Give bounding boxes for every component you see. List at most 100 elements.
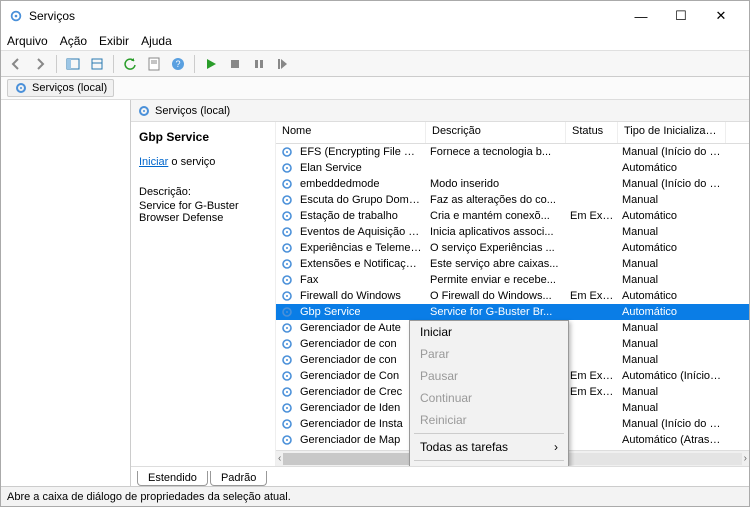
service-row[interactable]: Elan Service Automático (276, 160, 749, 176)
cell-startup: Automático (618, 162, 726, 174)
service-row[interactable]: Eventos de Aquisição de Im...Inicia apli… (276, 224, 749, 240)
service-icon (276, 273, 296, 287)
service-icon (276, 305, 296, 319)
help-button[interactable]: ? (167, 53, 189, 75)
cell-startup: Manual (618, 338, 726, 350)
minimize-button[interactable]: — (621, 2, 661, 30)
ctx-todas-tarefas[interactable]: Todas as tarefas› (410, 436, 568, 458)
cell-name: EFS (Encrypting File System) (296, 146, 426, 158)
gear-icon (14, 81, 28, 95)
cell-desc: Service for G-Buster Br... (426, 306, 566, 318)
services-icon (9, 9, 23, 23)
cell-startup: Manual (618, 274, 726, 286)
menu-action[interactable]: Ação (60, 34, 87, 48)
export-button[interactable] (86, 53, 108, 75)
ctx-pausar: Pausar (410, 365, 568, 387)
restart-service-button[interactable] (272, 53, 294, 75)
show-hide-tree-button[interactable] (62, 53, 84, 75)
detail-pane: Gbp Service Iniciar o serviço Descrição:… (131, 122, 276, 466)
tree-pane[interactable] (1, 100, 131, 486)
toolbar: ? (1, 51, 749, 77)
col-name[interactable]: Nome (276, 122, 426, 143)
cell-name: Eventos de Aquisição de Im... (296, 226, 426, 238)
service-icon (276, 321, 296, 335)
col-startup[interactable]: Tipo de Inicialização (618, 122, 726, 143)
service-row[interactable]: embeddedmodeModo inseridoManual (Início … (276, 176, 749, 192)
ctx-atualizar[interactable]: Atualizar (410, 463, 568, 466)
service-icon (276, 193, 296, 207)
window-title: Serviços (29, 9, 621, 23)
stop-service-button[interactable] (224, 53, 246, 75)
cell-desc: Inicia aplicativos associ... (426, 226, 566, 238)
cell-name: Gerenciador de Insta (296, 418, 426, 430)
service-icon (276, 225, 296, 239)
service-row[interactable]: Estação de trabalhoCria e mantém conexõ.… (276, 208, 749, 224)
menu-view[interactable]: Exibir (99, 34, 129, 48)
cell-name: Firewall do Windows (296, 290, 426, 302)
cell-name: embeddedmode (296, 178, 426, 190)
service-icon (276, 257, 296, 271)
gear-icon (137, 104, 151, 118)
service-row[interactable]: Gbp ServiceService for G-Buster Br... Aut… (276, 304, 749, 320)
service-row[interactable]: EFS (Encrypting File System)Fornece a te… (276, 144, 749, 160)
pause-service-button[interactable] (248, 53, 270, 75)
cell-startup: Automático (618, 306, 726, 318)
service-row[interactable]: FaxPermite enviar e recebe...Manual (276, 272, 749, 288)
cell-name: Elan Service (296, 162, 426, 174)
back-button[interactable] (5, 53, 27, 75)
right-header: Serviços (local) (131, 100, 749, 122)
maximize-button[interactable]: ☐ (661, 2, 701, 30)
cell-name: Extensões e Notificações da... (296, 258, 426, 270)
service-icon (276, 353, 296, 367)
tree-tab-local[interactable]: Serviços (local) (7, 79, 114, 97)
cell-status: Em Exe... (566, 210, 618, 222)
tab-standard[interactable]: Padrão (210, 471, 267, 486)
menu-help[interactable]: Ajuda (141, 34, 172, 48)
status-bar: Abre a caixa de diálogo de propriedades … (1, 486, 749, 506)
start-service-button[interactable] (200, 53, 222, 75)
cell-startup: Manual (618, 194, 726, 206)
service-row[interactable]: Escuta do Grupo DomésticoFaz as alteraçõ… (276, 192, 749, 208)
submenu-arrow-icon: › (554, 440, 558, 454)
service-icon (276, 145, 296, 159)
start-service-link[interactable]: Iniciar (139, 156, 168, 168)
tree-tabs-row: Serviços (local) (1, 77, 749, 99)
ctx-continuar: Continuar (410, 387, 568, 409)
cell-desc: Permite enviar e recebe... (426, 274, 566, 286)
forward-button[interactable] (29, 53, 51, 75)
svg-text:?: ? (175, 59, 180, 69)
scroll-left-icon[interactable]: ‹ (278, 453, 281, 464)
scroll-right-icon[interactable]: › (744, 453, 747, 464)
service-row[interactable]: Extensões e Notificações da...Este servi… (276, 256, 749, 272)
service-icon (276, 385, 296, 399)
menu-file[interactable]: Arquivo (7, 34, 48, 48)
service-row[interactable]: Firewall do WindowsO Firewall do Windows… (276, 288, 749, 304)
column-headers: Nome Descrição Status Tipo de Inicializa… (276, 122, 749, 144)
cell-startup: Manual (618, 322, 726, 334)
services-list: Nome Descrição Status Tipo de Inicializa… (276, 122, 749, 466)
close-button[interactable]: ✕ (701, 2, 741, 30)
cell-desc: Fornece a tecnologia b... (426, 146, 566, 158)
start-service-link-row: Iniciar o serviço (139, 156, 271, 168)
bottom-tabs: Estendido Padrão (131, 466, 749, 486)
col-description[interactable]: Descrição (426, 122, 566, 143)
cell-startup: Automático (618, 242, 726, 254)
service-icon (276, 433, 296, 447)
tab-extended[interactable]: Estendido (137, 471, 208, 486)
ctx-iniciar[interactable]: Iniciar (410, 321, 568, 343)
description-label: Descrição: (139, 186, 271, 198)
cell-startup: Manual (618, 402, 726, 414)
col-status[interactable]: Status (566, 122, 618, 143)
cell-name: Gerenciador de Aute (296, 322, 426, 334)
properties-button[interactable] (143, 53, 165, 75)
ctx-parar: Parar (410, 343, 568, 365)
service-icon (276, 417, 296, 431)
cell-startup: Automático (618, 210, 726, 222)
service-row[interactable]: Experiências e Telemetria de...O serviço… (276, 240, 749, 256)
right-pane: Serviços (local) Gbp Service Iniciar o s… (131, 100, 749, 486)
service-icon (276, 369, 296, 383)
cell-name: Gbp Service (296, 306, 426, 318)
refresh-button[interactable] (119, 53, 141, 75)
cell-name: Gerenciador de con (296, 354, 426, 366)
selected-service-name: Gbp Service (139, 130, 271, 144)
